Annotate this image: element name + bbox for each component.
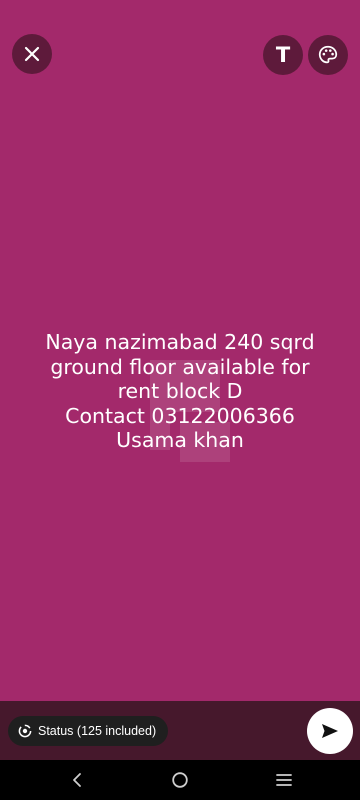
bottom-bar: Status (125 included) <box>0 701 360 760</box>
text-tool-button[interactable]: T <box>263 35 303 75</box>
system-nav-bar <box>0 760 360 800</box>
close-icon <box>24 46 40 62</box>
background-color-button[interactable] <box>308 35 348 75</box>
palette-icon <box>318 45 338 64</box>
status-icon <box>18 724 32 738</box>
status-text[interactable]: Naya nazimabad 240 sqrd ground floor ava… <box>20 330 340 453</box>
send-button[interactable] <box>307 708 353 754</box>
status-audience-button[interactable]: Status (125 included) <box>8 716 169 746</box>
nav-back-button[interactable] <box>65 768 89 792</box>
send-icon <box>322 724 338 738</box>
nav-recents-button[interactable] <box>272 768 296 792</box>
close-button[interactable] <box>12 34 52 74</box>
text-tool-icon: T <box>275 43 291 67</box>
back-icon <box>73 773 81 787</box>
status-canvas[interactable]: T Naya nazimabad 240 sqrd ground floor a… <box>0 0 360 701</box>
recents-icon <box>276 774 292 786</box>
home-icon <box>172 772 188 788</box>
status-audience-label: Status (125 included) <box>38 724 157 738</box>
nav-home-button[interactable] <box>168 768 192 792</box>
